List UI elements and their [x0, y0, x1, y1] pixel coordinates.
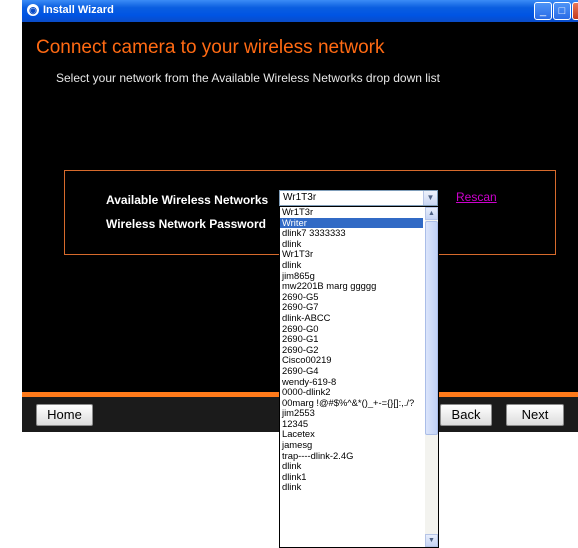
- next-button[interactable]: Next: [506, 404, 564, 426]
- network-dropdown-list: Wr1T3r Writer dlink7 3333333 dlink Wr1T3r dli…: [279, 206, 439, 548]
- network-select[interactable]: Wr1T3r ▼: [279, 190, 438, 206]
- network-option[interactable]: jim865g: [280, 271, 423, 282]
- network-option[interactable]: dlink: [280, 260, 423, 271]
- network-option[interactable]: trap----dlink-2.4G: [280, 451, 423, 462]
- home-button[interactable]: Home: [36, 404, 93, 426]
- minimize-button[interactable]: _: [534, 2, 552, 20]
- network-option[interactable]: 12345: [280, 419, 423, 430]
- dropdown-scrollbar[interactable]: ▲ ▼: [425, 207, 438, 547]
- network-option[interactable]: jim2553: [280, 408, 423, 419]
- scroll-up-arrow-icon[interactable]: ▲: [425, 207, 438, 220]
- dropdown-options: Wr1T3r Writer dlink7 3333333 dlink Wr1T3r dli…: [280, 207, 423, 493]
- maximize-button[interactable]: □: [553, 2, 571, 20]
- network-option[interactable]: 0000-dlink2: [280, 387, 423, 398]
- network-option[interactable]: 00marg !@#$%^&*()_+-={}[]:,./?: [280, 398, 423, 409]
- network-option[interactable]: 2690-G4: [280, 366, 423, 377]
- dropdown-arrow-icon[interactable]: ▼: [423, 191, 437, 205]
- network-option[interactable]: wendy-619-8: [280, 377, 423, 388]
- back-button[interactable]: Back: [440, 404, 492, 426]
- password-label: Wireless Network Password: [106, 217, 266, 231]
- title-bar[interactable]: ◉ Install Wizard _ □: [22, 0, 578, 22]
- network-option[interactable]: 2690-G7: [280, 302, 423, 313]
- network-option[interactable]: dlink: [280, 482, 423, 493]
- network-option[interactable]: jamesg: [280, 440, 423, 451]
- network-option[interactable]: dlink: [280, 461, 423, 472]
- network-option[interactable]: 2690-G2: [280, 345, 423, 356]
- network-option[interactable]: 2690-G1: [280, 334, 423, 345]
- network-option[interactable]: 2690-G5: [280, 292, 423, 303]
- network-option[interactable]: mw2201B marg ggggg: [280, 281, 423, 292]
- network-option[interactable]: dlink: [280, 239, 423, 250]
- network-option[interactable]: dlink7 3333333: [280, 228, 423, 239]
- scroll-down-arrow-icon[interactable]: ▼: [425, 534, 438, 547]
- scroll-thumb[interactable]: [425, 221, 438, 435]
- network-option[interactable]: Wr1T3r: [280, 207, 423, 218]
- network-option[interactable]: Writer: [280, 217, 423, 229]
- window-title: Install Wizard: [43, 4, 114, 16]
- rescan-link[interactable]: Rescan: [456, 190, 497, 204]
- close-button[interactable]: [572, 2, 578, 20]
- networks-label: Available Wireless Networks: [106, 193, 269, 207]
- network-select-value: Wr1T3r: [283, 192, 317, 203]
- network-option[interactable]: Wr1T3r: [280, 249, 423, 260]
- network-option[interactable]: Lacetex: [280, 429, 423, 440]
- wizard-icon: ◉: [27, 4, 39, 16]
- page-title: Connect camera to your wireless network: [36, 37, 385, 58]
- network-option[interactable]: dlink-ABCC: [280, 313, 423, 324]
- network-option[interactable]: dlink1: [280, 472, 423, 483]
- network-option[interactable]: 2690-G0: [280, 324, 423, 335]
- network-option[interactable]: Cisco00219: [280, 355, 423, 366]
- page-subtitle: Select your network from the Available W…: [56, 71, 440, 85]
